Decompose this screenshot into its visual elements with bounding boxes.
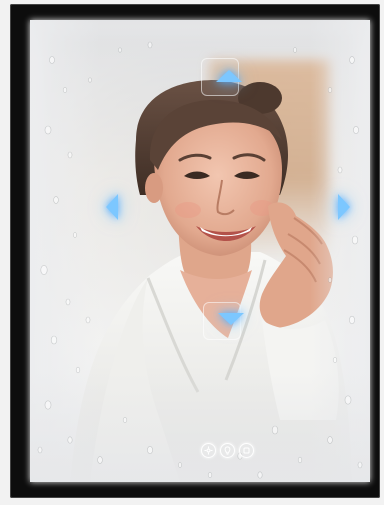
arrow-right-icon[interactable]	[338, 194, 350, 220]
mirror-glass	[30, 20, 370, 482]
touch-button-row	[201, 443, 254, 458]
arrow-up-icon[interactable]	[216, 70, 242, 82]
arrow-down-icon[interactable]	[218, 313, 244, 325]
light-icon	[224, 446, 231, 455]
fog-bottom	[30, 372, 370, 482]
defog-button[interactable]	[201, 443, 216, 458]
light-button[interactable]	[220, 443, 235, 458]
power-icon	[243, 447, 250, 454]
power-button[interactable]	[239, 443, 254, 458]
arrow-left-icon[interactable]	[106, 194, 118, 220]
defog-icon	[204, 446, 213, 455]
